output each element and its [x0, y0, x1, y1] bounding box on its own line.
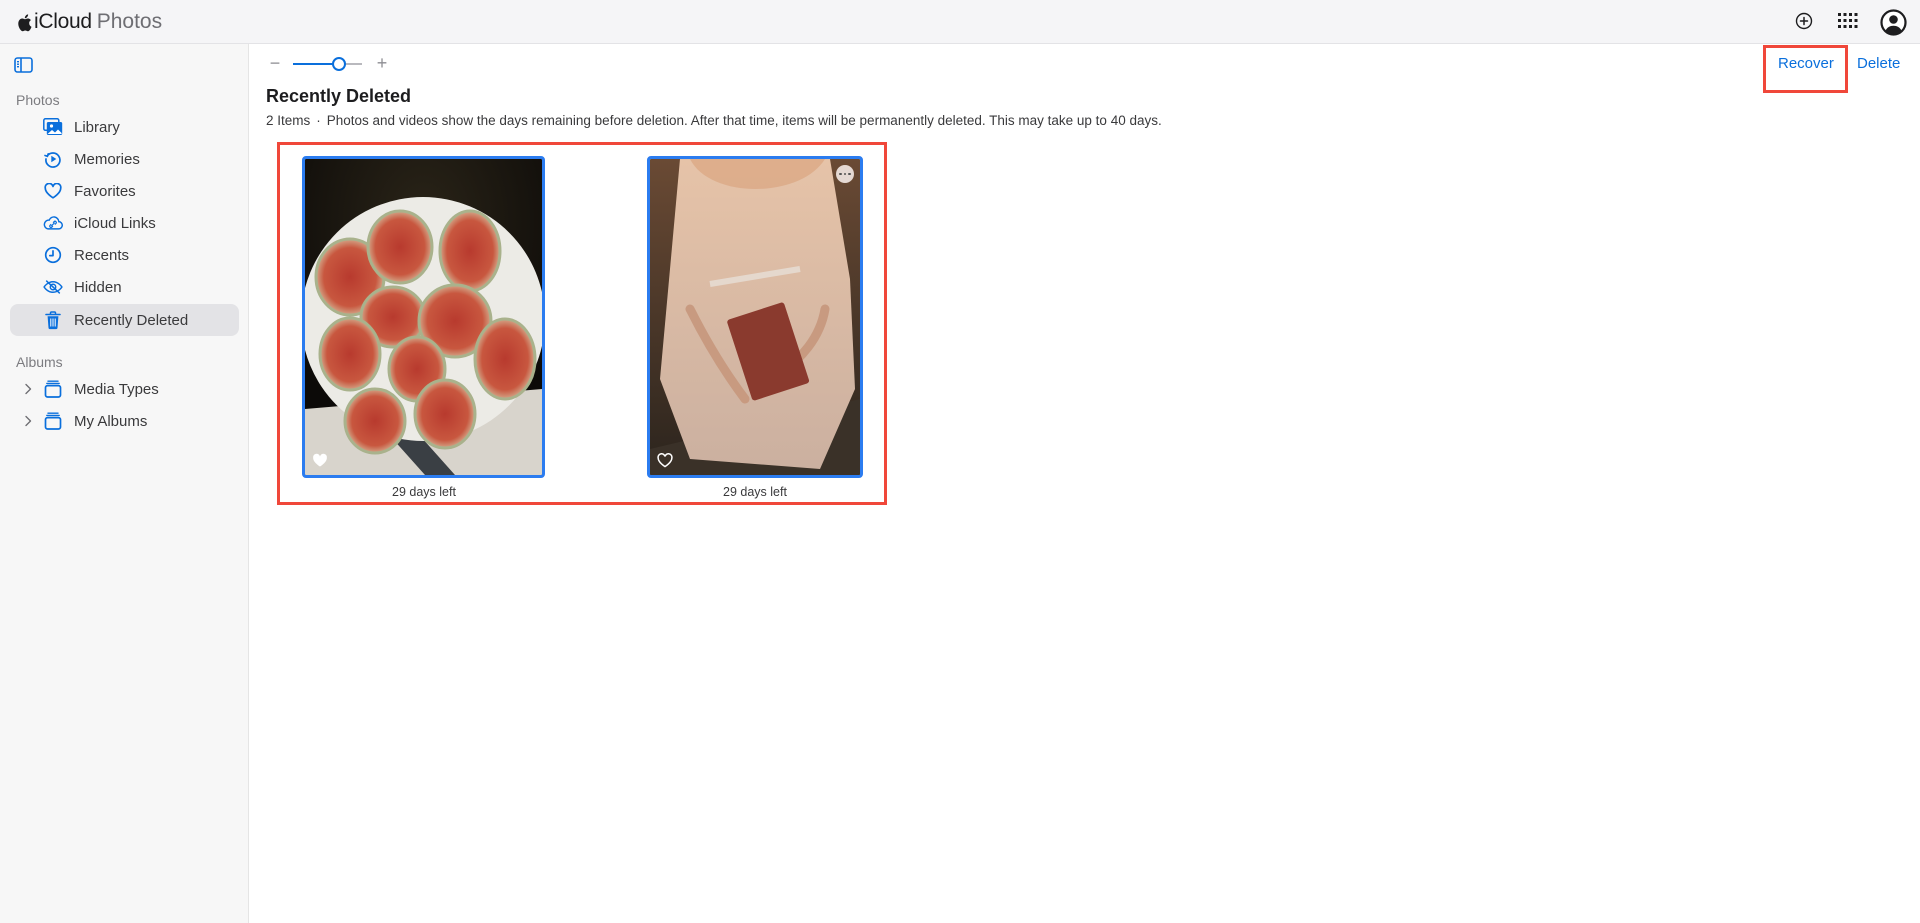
sidebar-item-label: My Albums [74, 412, 148, 430]
sidebar-item-library[interactable]: Library [10, 111, 239, 143]
more-dot [848, 172, 851, 176]
sidebar-item-recents[interactable]: Recents [10, 239, 239, 271]
library-icon [43, 117, 63, 137]
deletion-info: Photos and videos show the days remainin… [326, 113, 1162, 128]
clock-icon [43, 245, 63, 265]
sidebar-item-memories[interactable]: Memories [10, 143, 239, 175]
sidebar-item-label: Library [74, 118, 120, 136]
sidebar-section-albums: Albums [16, 354, 63, 370]
album-stack-icon [43, 379, 63, 399]
more-dot [839, 172, 842, 176]
add-button[interactable] [1794, 9, 1814, 33]
photo-tile-dress[interactable] [647, 156, 863, 478]
sidebar-toggle-icon[interactable] [14, 57, 33, 73]
sidebar-item-label: iCloud Links [74, 214, 156, 232]
memories-icon [43, 149, 63, 169]
eye-slash-icon [43, 277, 63, 297]
favorite-heart-outline-icon[interactable] [657, 453, 673, 468]
zoom-slider[interactable] [293, 57, 362, 71]
sidebar-item-label: Media Types [74, 380, 159, 398]
zoom-slider-knob[interactable] [332, 57, 346, 71]
more-options-button[interactable] [836, 165, 854, 183]
photo-tile-figs[interactable] [302, 156, 545, 478]
photo-caption: 29 days left [392, 485, 456, 499]
delete-button[interactable]: Delete [1857, 55, 1900, 72]
chevron-right-icon[interactable] [23, 415, 33, 427]
photo-figs-image [305, 159, 542, 475]
zoom-out-button[interactable]: − [268, 54, 282, 74]
account-button[interactable] [1879, 8, 1907, 36]
sidebar-item-label: Hidden [74, 278, 122, 296]
main-content: − + Recently Deleted 2 Items · Photos and … [250, 44, 1920, 923]
trash-icon [43, 310, 63, 330]
add-circle-icon [1795, 12, 1813, 30]
apple-logo-icon [18, 13, 32, 31]
sidebar-item-label: Recents [74, 246, 130, 264]
album-stack-icon [43, 411, 63, 431]
recover-button[interactable]: Recover [1778, 55, 1834, 72]
cloud-link-icon [43, 213, 63, 233]
sidebar-item-label: Recently Deleted [74, 311, 189, 329]
heart-icon [43, 181, 63, 201]
page-subtitle: 2 Items · Photos and videos show the days … [266, 113, 1162, 128]
brand-icloud: iCloud [34, 10, 92, 33]
sidebar-item-recently-deleted[interactable]: Recently Deleted [10, 304, 239, 336]
page-title: Recently Deleted [266, 86, 412, 106]
account-icon [1879, 8, 1907, 36]
photo-dress-image [650, 159, 860, 475]
more-dot [843, 172, 847, 176]
top-bar: iCloud Photos [0, 0, 1920, 44]
favorite-heart-icon[interactable] [312, 453, 328, 468]
apps-button[interactable] [1837, 9, 1859, 33]
separator: · [316, 113, 321, 128]
app-grid-icon [1838, 13, 1858, 28]
sidebar-item-favorites[interactable]: Favorites [10, 175, 239, 207]
sidebar-item-label: Memories [74, 150, 140, 168]
brand-photos: Photos [96, 10, 163, 33]
photo-caption: 29 days left [723, 485, 787, 499]
sidebar-item-media-types[interactable]: Media Types [10, 373, 239, 405]
sidebar-section-photos: Photos [16, 92, 60, 108]
app-brand[interactable]: iCloud Photos [16, 10, 162, 34]
sidebar-item-my-albums[interactable]: My Albums [10, 405, 239, 437]
sidebar: Photos Library Memories Favorites iCloud… [0, 44, 249, 923]
sidebar-item-label: Favorites [74, 182, 136, 200]
zoom-in-button[interactable]: + [375, 54, 389, 74]
sidebar-item-icloud-links[interactable]: iCloud Links [10, 207, 239, 239]
chevron-right-icon[interactable] [23, 383, 33, 395]
item-count: 2 Items [266, 113, 311, 128]
sidebar-item-hidden[interactable]: Hidden [10, 271, 239, 303]
zoom-control: − + [270, 54, 410, 74]
